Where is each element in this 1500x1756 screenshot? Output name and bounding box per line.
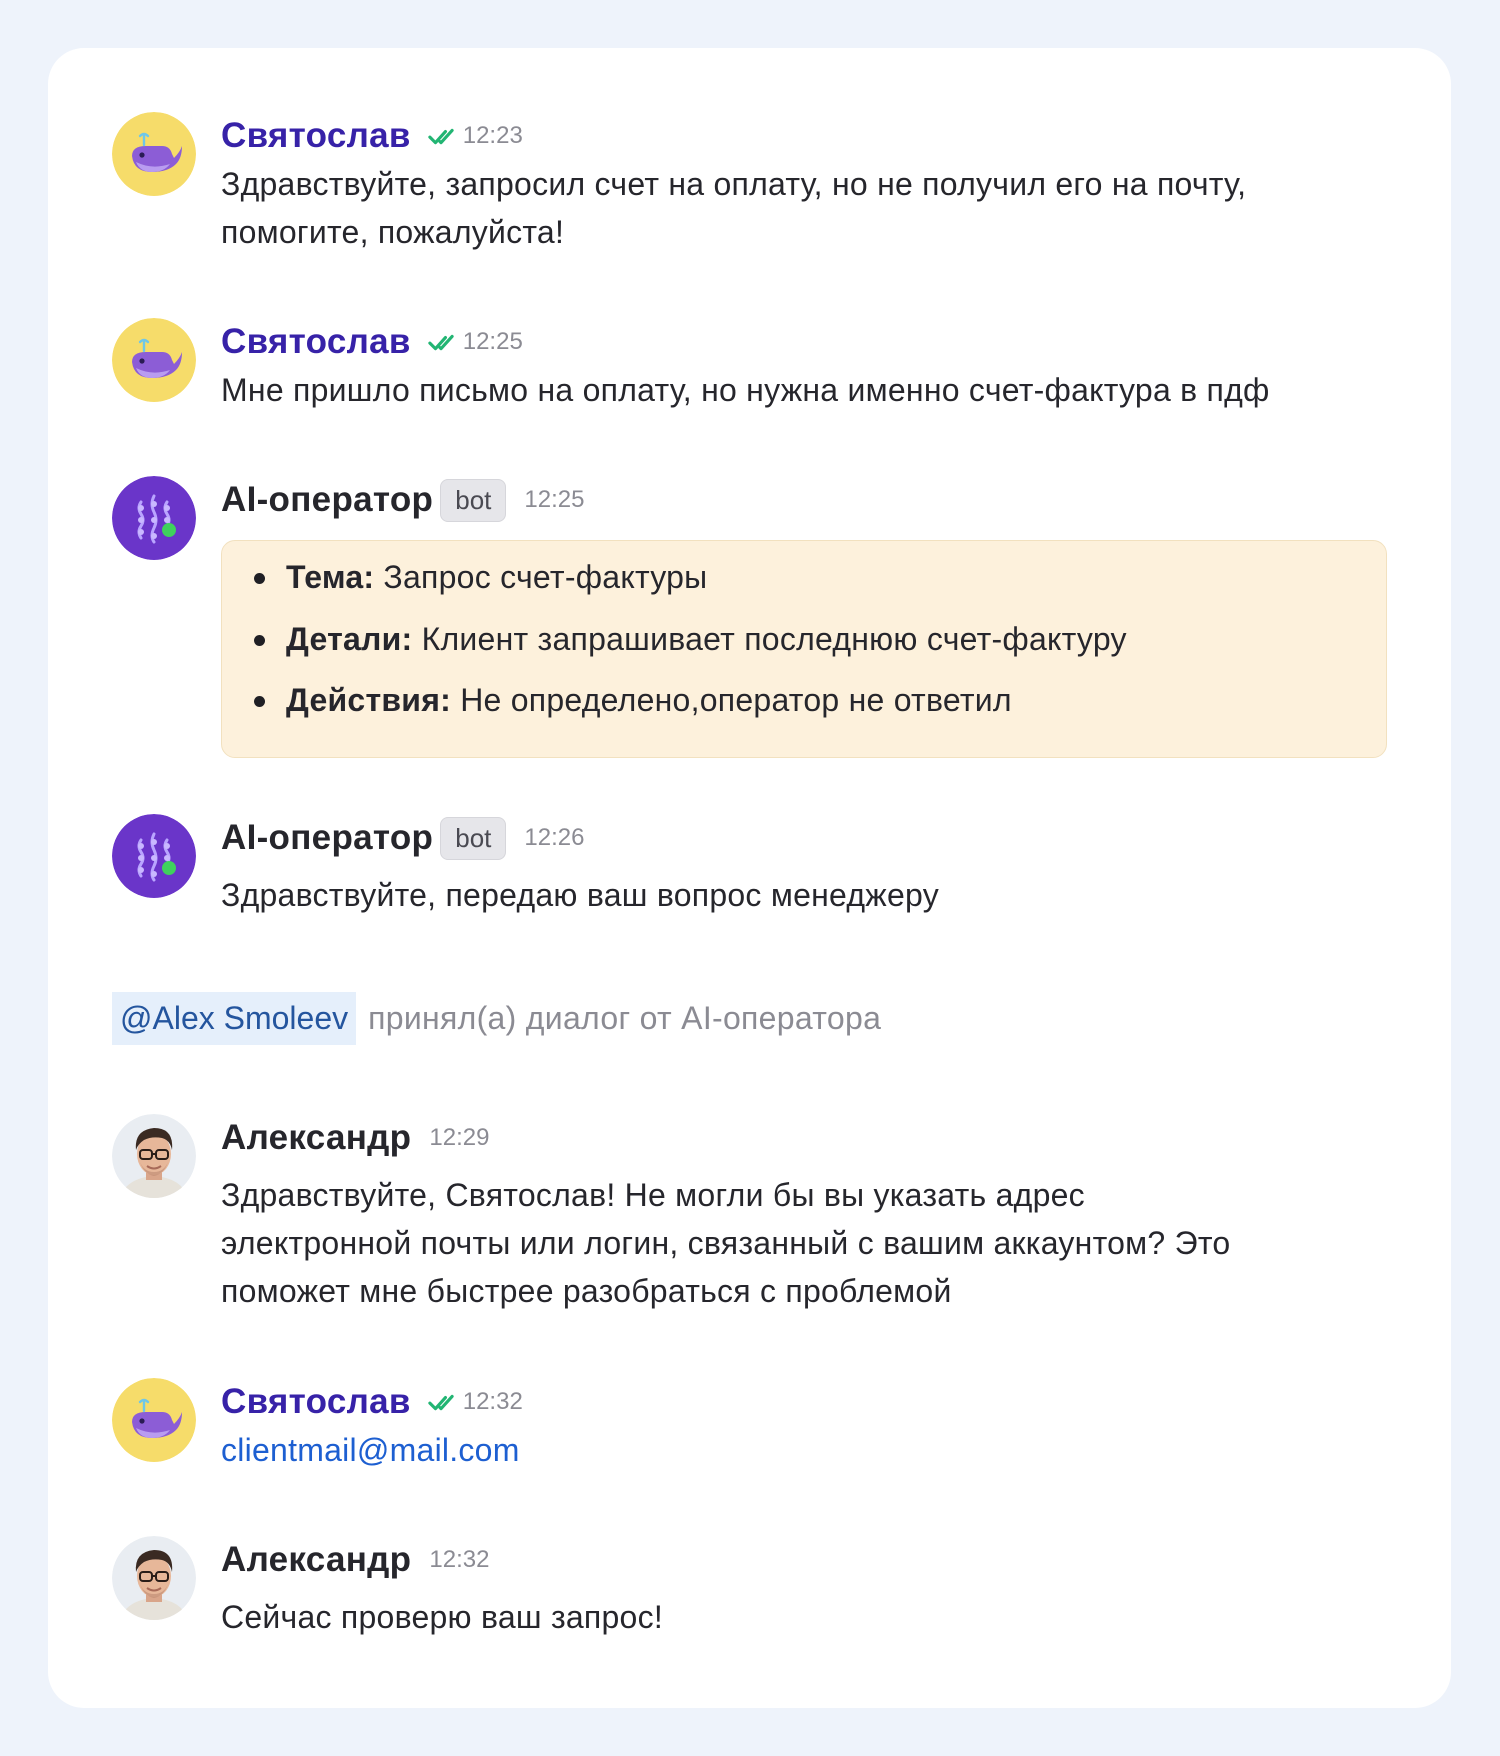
summary-label: Детали:	[286, 621, 413, 657]
message-line: поможет мне быстрее разобраться с пробле…	[221, 1273, 952, 1309]
bullet-icon	[254, 573, 265, 584]
event-text: принял(а) диалог от AI-оператора	[368, 1000, 882, 1036]
message-text: Сейчас проверю ваш запрос!	[221, 1599, 663, 1635]
summary-card: Тема: Запрос счет-фактуры Детали: Клиент…	[221, 540, 1387, 758]
message-time: 12:29	[429, 1124, 490, 1151]
summary-item: Детали: Клиент запрашивает последнюю сче…	[250, 621, 1386, 657]
author-name[interactable]: Александр	[221, 1118, 411, 1158]
bullet-icon	[254, 696, 265, 707]
summary-label: Действия:	[286, 682, 452, 718]
message-text: Здравствуйте, запросил счет на оплату, н…	[221, 166, 1247, 250]
ai-avatar[interactable]	[112, 476, 196, 560]
author-name[interactable]: AI-оператор	[221, 818, 433, 858]
whale-icon	[112, 318, 196, 402]
read-check-icon	[427, 332, 455, 352]
message-line: Здравствуйте, Святослав! Не могли бы вы …	[221, 1177, 1085, 1213]
client-avatar[interactable]	[112, 112, 196, 196]
read-check-icon	[427, 126, 455, 146]
whale-icon	[112, 1378, 196, 1462]
summary-value: Не определено,оператор не ответил	[460, 682, 1012, 718]
message-time: 12:26	[524, 824, 585, 851]
author-name[interactable]: Александр	[221, 1540, 411, 1580]
summary-item: Тема: Запрос счет-фактуры	[250, 559, 1386, 595]
operator-photo-icon	[112, 1536, 196, 1620]
summary-item: Действия: Не определено,оператор не отве…	[250, 682, 1386, 718]
ai-operator-icon	[112, 814, 196, 898]
system-event: @Alex Smoleev принял(а) диалог от AI-опе…	[112, 992, 881, 1045]
client-avatar[interactable]	[112, 1378, 196, 1462]
author-name[interactable]: Святослав	[221, 116, 411, 156]
message-time: 12:23	[462, 122, 523, 149]
chat-panel: Святослав 12:23 Здравствуйте, запросил с…	[48, 48, 1451, 1708]
operator-avatar[interactable]	[112, 1114, 196, 1198]
whale-icon	[112, 112, 196, 196]
message-time: 12:25	[462, 328, 523, 355]
bot-badge: bot	[440, 478, 507, 522]
email-link[interactable]: clientmail@mail.com	[221, 1426, 1382, 1474]
read-check-icon	[427, 1392, 455, 1412]
client-avatar[interactable]	[112, 318, 196, 402]
summary-value: Клиент запрашивает последнюю счет-фактур…	[421, 621, 1127, 657]
operator-photo-icon	[112, 1114, 196, 1198]
operator-mention[interactable]: @Alex Smoleev	[112, 992, 357, 1045]
message-time: 12:32	[429, 1546, 490, 1573]
author-name[interactable]: AI-оператор	[221, 480, 433, 520]
summary-label: Тема:	[286, 559, 375, 595]
ai-operator-icon	[112, 476, 196, 560]
message-time: 12:25	[524, 486, 585, 513]
message-text: Здравствуйте, Святослав! Не могли бы вы …	[221, 1171, 1382, 1315]
message-text: Мне пришло письмо на оплату, но нужна им…	[221, 372, 1270, 408]
bot-badge: bot	[440, 816, 507, 860]
summary-value: Запрос счет-фактуры	[383, 559, 708, 595]
author-name[interactable]: Святослав	[221, 322, 411, 362]
message-line: электронной почты или логин, связанный с…	[221, 1225, 1231, 1261]
author-name[interactable]: Святослав	[221, 1382, 411, 1422]
message-time: 12:32	[462, 1388, 523, 1415]
ai-avatar[interactable]	[112, 814, 196, 898]
message-text: Здравствуйте, передаю ваш вопрос менедже…	[221, 877, 939, 913]
bullet-icon	[254, 635, 265, 646]
operator-avatar[interactable]	[112, 1536, 196, 1620]
